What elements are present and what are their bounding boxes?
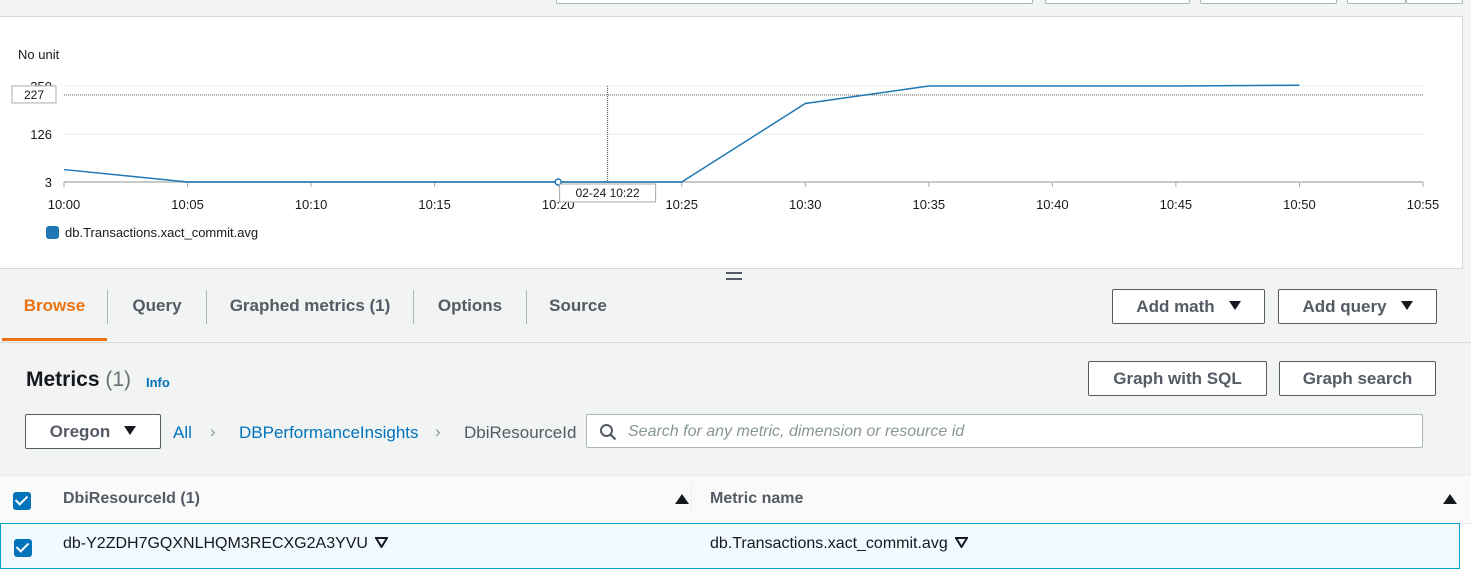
legend-label: db.Transactions.xact_commit.avg xyxy=(65,225,258,240)
tab-query[interactable]: Query xyxy=(108,282,206,340)
y-tick-label: 126 xyxy=(30,127,52,142)
cursor-value-label: 227 xyxy=(24,88,44,102)
x-tick-label: 10:30 xyxy=(789,197,822,212)
tab-bar: Browse Query Graphed metrics (1) Options… xyxy=(0,282,1471,343)
metrics-title: Metrics xyxy=(26,368,100,391)
select-all-checkbox[interactable] xyxy=(13,492,31,510)
metrics-count: (1) xyxy=(105,368,132,391)
sort-ascending-icon[interactable] xyxy=(1443,494,1457,504)
series-line xyxy=(63,84,1300,183)
add-query-label: Add query xyxy=(1302,297,1387,316)
toolbar-field[interactable] xyxy=(1045,0,1190,4)
chevron-right-icon: › xyxy=(210,422,216,441)
graph-panel: No unit312625010:0010:0510:1010:1510:201… xyxy=(0,16,1463,269)
caret-down-icon xyxy=(124,426,137,436)
filter-dropdown-icon[interactable] xyxy=(374,537,390,549)
add-query-button[interactable]: Add query xyxy=(1278,289,1437,324)
x-tick-label: 10:40 xyxy=(1036,197,1069,212)
column-header-metric-name[interactable]: Metric name xyxy=(710,490,803,508)
metrics-table: DbiResourceId (1) Metric name db-Y2ZDH7G… xyxy=(0,475,1471,581)
search-box[interactable]: Search for any metric, dimension or reso… xyxy=(586,414,1423,448)
tab-options[interactable]: Options xyxy=(414,282,526,340)
caret-down-icon xyxy=(1228,301,1241,311)
toolbar-field[interactable] xyxy=(556,0,1033,4)
top-toolbar xyxy=(0,0,1471,16)
tab-graphed-metrics[interactable]: Graphed metrics (1) xyxy=(207,282,413,340)
graph-with-sql-button[interactable]: Graph with SQL xyxy=(1088,361,1267,396)
x-tick-label: 10:25 xyxy=(665,197,698,212)
sort-ascending-icon[interactable] xyxy=(675,494,689,504)
x-tick-label: 10:15 xyxy=(418,197,451,212)
x-tick-label: 10:45 xyxy=(1160,197,1193,212)
table-header-row: DbiResourceId (1) Metric name xyxy=(0,475,1471,524)
tab-source[interactable]: Source xyxy=(527,282,629,340)
resource-id-cell: db-Y2ZDH7GQXNLHQM3RECXG2A3YVU xyxy=(63,535,390,553)
unit-label: No unit xyxy=(18,47,60,62)
breadcrumb-namespace[interactable]: DBPerformanceInsights xyxy=(239,423,419,443)
chevron-right-icon: › xyxy=(435,422,441,441)
toolbar-button[interactable] xyxy=(1200,0,1337,4)
x-tick-label: 10:50 xyxy=(1283,197,1316,212)
column-divider[interactable] xyxy=(691,484,692,514)
x-tick-label: 10:55 xyxy=(1407,197,1440,212)
metric-name-value: db.Transactions.xact_commit.avg xyxy=(710,535,948,552)
graph-search-button[interactable]: Graph search xyxy=(1279,361,1436,396)
x-tick-label: 10:35 xyxy=(913,197,946,212)
x-tick-label: 10:10 xyxy=(295,197,328,212)
region-select[interactable]: Oregon xyxy=(25,414,161,449)
y-tick-label: 3 xyxy=(45,175,52,190)
search-icon xyxy=(600,424,617,441)
resource-id-value: db-Y2ZDH7GQXNLHQM3RECXG2A3YVU xyxy=(63,535,368,552)
table-row[interactable]: db-Y2ZDH7GQXNLHQM3RECXG2A3YVU db.Transac… xyxy=(0,523,1460,569)
legend-swatch xyxy=(46,226,59,239)
add-math-label: Add math xyxy=(1136,297,1215,316)
metrics-heading: Metrics (1) xyxy=(26,368,131,392)
toolbar-button[interactable] xyxy=(1347,0,1406,4)
filter-dropdown-icon[interactable] xyxy=(954,537,969,549)
caret-down-icon xyxy=(1400,301,1413,311)
toolbar-button[interactable] xyxy=(1406,0,1463,4)
x-tick-label: 10:00 xyxy=(48,197,81,212)
metric-name-cell: db.Transactions.xact_commit.avg xyxy=(710,535,969,553)
info-link[interactable]: Info xyxy=(146,375,170,390)
add-math-button[interactable]: Add math xyxy=(1112,289,1265,324)
region-label: Oregon xyxy=(49,422,111,441)
breadcrumb-all[interactable]: All xyxy=(173,423,192,443)
cursor-time-label: 02-24 10:22 xyxy=(576,186,640,200)
row-checkbox[interactable] xyxy=(14,539,32,557)
search-placeholder: Search for any metric, dimension or reso… xyxy=(628,423,965,440)
breadcrumb-current: DbiResourceId xyxy=(464,423,577,442)
column-header-resource-id[interactable]: DbiResourceId (1) xyxy=(63,490,200,508)
tab-browse[interactable]: Browse xyxy=(2,282,107,341)
x-tick-label: 10:05 xyxy=(171,197,204,212)
line-chart[interactable]: No unit312625010:0010:0510:1010:1510:201… xyxy=(0,17,1462,268)
